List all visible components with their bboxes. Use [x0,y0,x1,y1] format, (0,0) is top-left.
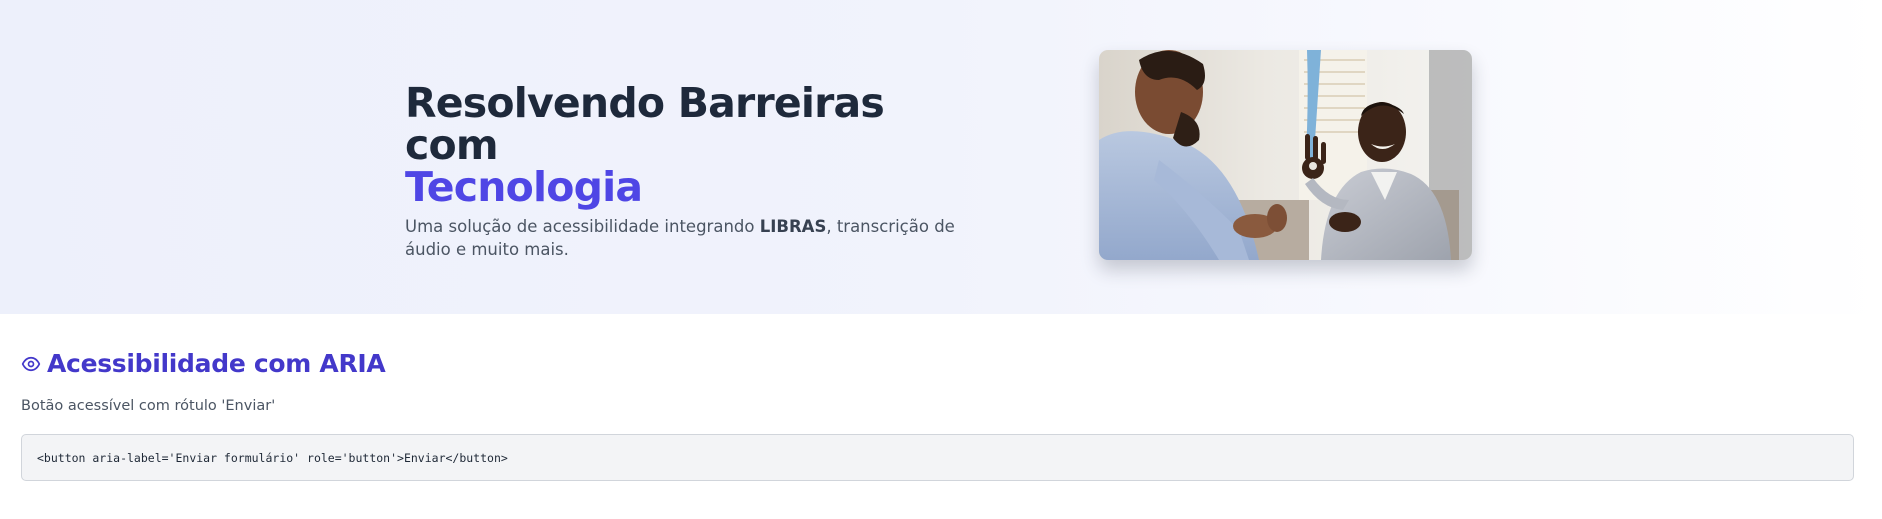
hero-title-accent: Tecnologia [405,163,643,211]
hero-subtitle-libras: LIBRAS [759,217,827,236]
section-header: Acessibilidade com ARIA [21,330,1856,396]
hero-image [1099,50,1472,260]
hero-title-main: Resolvendo Barreiras com [405,79,885,169]
hero-section: Resolvendo Barreiras com Tecnologia Uma … [0,0,1882,314]
section-description: Botão acessível com rótulo 'Enviar' [21,398,276,414]
section-title: Acessibilidade com ARIA [47,348,386,378]
hero-title: Resolvendo Barreiras com Tecnologia [405,82,985,208]
code-snippet: <button aria-label='Enviar formulário' r… [37,450,508,465]
code-block: <button aria-label='Enviar formulário' r… [21,434,1854,481]
sign-language-photo [1099,50,1472,260]
hero-subtitle: Uma solução de acessibilidade integrando… [405,215,985,261]
hero-subtitle-start: Uma solução de acessibilidade integrando [405,217,760,236]
aria-section: Acessibilidade com ARIA Botão acessível … [21,330,1856,481]
eye-icon [21,356,41,371]
hero-text: Resolvendo Barreiras com Tecnologia Uma … [405,82,985,261]
